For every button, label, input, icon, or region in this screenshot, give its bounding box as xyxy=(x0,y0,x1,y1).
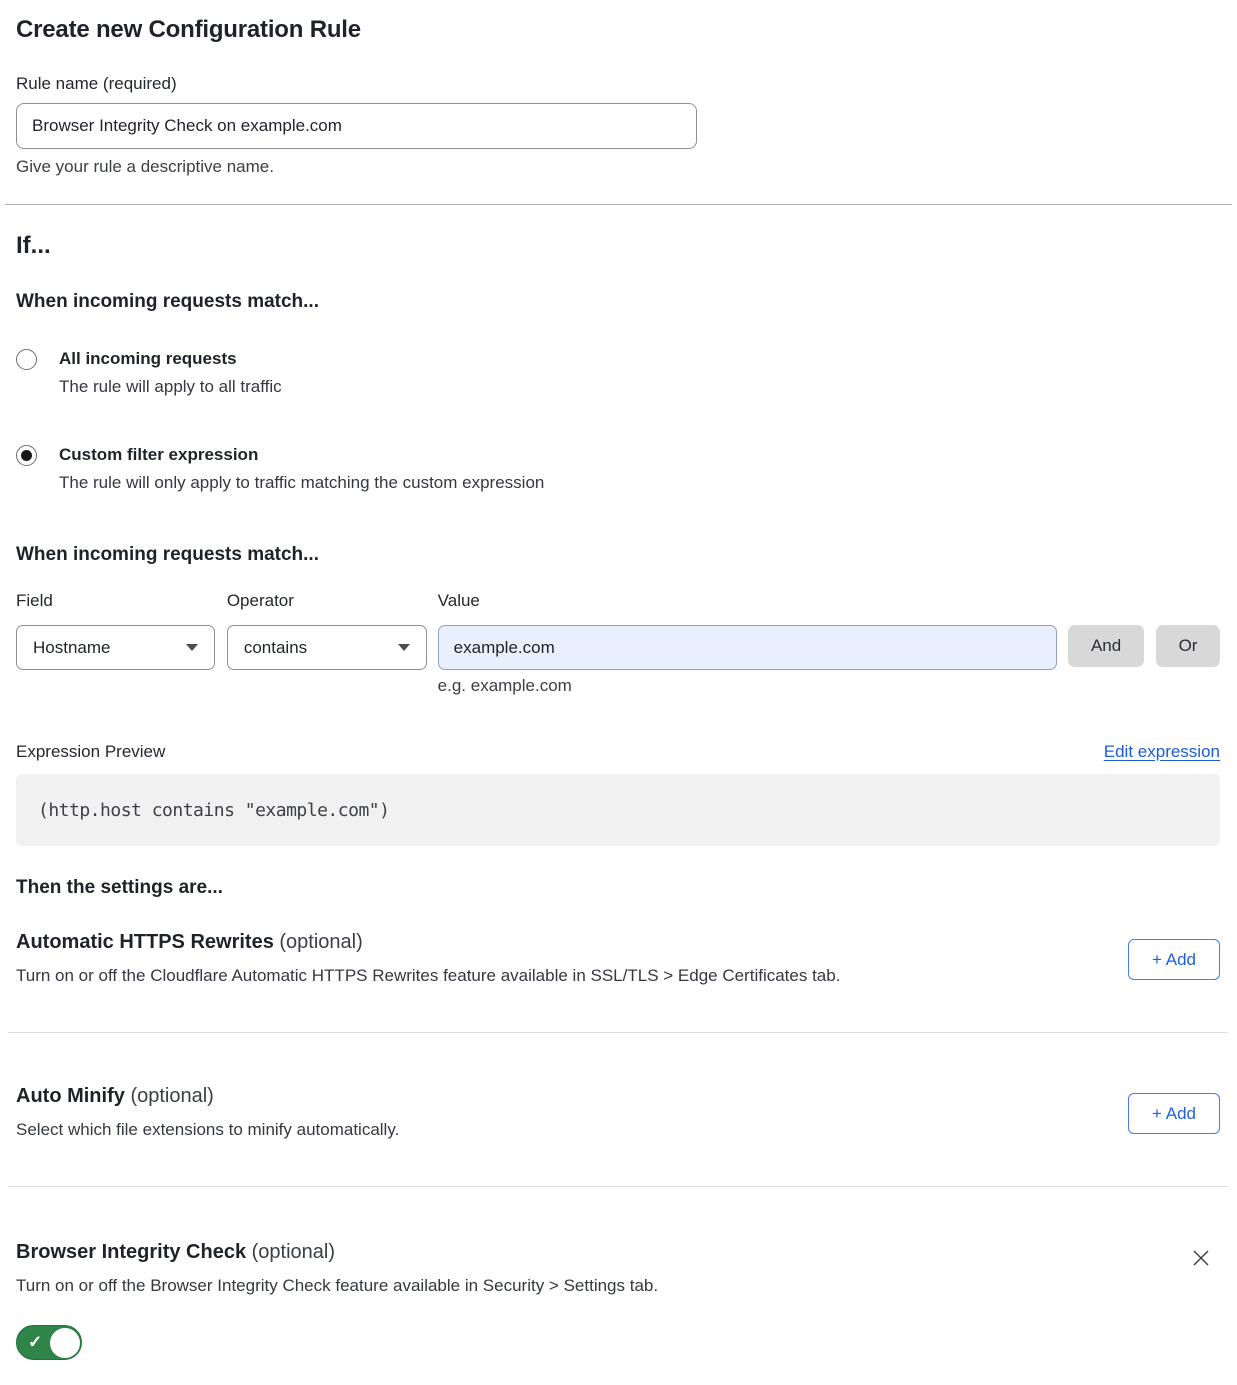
value-column: Value e.g. example.com xyxy=(438,591,1057,696)
page-title: Create new Configuration Rule xyxy=(16,16,1220,44)
setting-browser-integrity-check: Browser Integrity Check (optional) Turn … xyxy=(16,1241,1220,1365)
setting-auto-minify: Auto Minify (optional) Select which file… xyxy=(16,1085,1220,1140)
expression-preview-label: Expression Preview xyxy=(16,742,165,762)
value-label: Value xyxy=(438,591,1057,610)
setting-title: Browser Integrity Check (optional) xyxy=(16,1241,658,1264)
setting-title: Automatic HTTPS Rewrites (optional) xyxy=(16,931,840,954)
rule-name-label: Rule name (required) xyxy=(16,74,1220,94)
when-match-heading-2: When incoming requests match... xyxy=(16,544,1220,566)
setting-name: Auto Minify xyxy=(16,1085,125,1107)
radio-option-text: Custom filter expression The rule will o… xyxy=(59,445,544,493)
field-label: Field xyxy=(16,591,215,610)
setting-main: Browser Integrity Check (optional) Turn … xyxy=(16,1241,658,1365)
when-match-heading: When incoming requests match... xyxy=(16,291,1220,313)
rule-name-input[interactable] xyxy=(16,103,697,149)
divider xyxy=(5,204,1232,205)
remove-browser-integrity-check-button[interactable] xyxy=(1188,1245,1214,1271)
setting-optional-tag: (optional) xyxy=(279,931,362,953)
operator-select[interactable]: contains xyxy=(227,625,427,670)
radio-option-custom-filter-expression[interactable]: Custom filter expression The rule will o… xyxy=(16,445,1220,493)
browser-integrity-check-toggle[interactable]: ✓ xyxy=(16,1325,82,1360)
rule-name-group: Rule name (required) Give your rule a de… xyxy=(16,74,1220,177)
edit-expression-link[interactable]: Edit expression xyxy=(1104,742,1220,762)
setting-main: Auto Minify (optional) Select which file… xyxy=(16,1085,399,1140)
add-auto-minify-button[interactable]: + Add xyxy=(1128,1093,1220,1134)
operator-select-value: contains xyxy=(244,638,307,658)
field-select[interactable]: Hostname xyxy=(16,625,215,670)
setting-automatic-https-rewrites: Automatic HTTPS Rewrites (optional) Turn… xyxy=(16,931,1220,986)
setting-optional-tag: (optional) xyxy=(130,1085,213,1107)
value-help: e.g. example.com xyxy=(438,676,1057,696)
toggle-knob xyxy=(50,1328,80,1358)
radio-option-all-incoming-requests[interactable]: All incoming requests The rule will appl… xyxy=(16,349,1220,397)
divider xyxy=(8,1186,1228,1187)
rule-name-help: Give your rule a descriptive name. xyxy=(16,157,1220,177)
close-icon xyxy=(1190,1247,1212,1269)
check-icon: ✓ xyxy=(28,1332,42,1352)
setting-optional-tag: (optional) xyxy=(252,1241,335,1263)
setting-name: Automatic HTTPS Rewrites xyxy=(16,931,274,953)
setting-name: Browser Integrity Check xyxy=(16,1241,246,1263)
radio-option-description: The rule will only apply to traffic matc… xyxy=(59,473,544,493)
expression-preview-code-block: (http.host contains "example.com") xyxy=(16,774,1220,846)
expression-code-text: (http.host contains "example.com") xyxy=(38,800,389,821)
field-select-value: Hostname xyxy=(33,638,110,658)
setting-description: Turn on or off the Cloudflare Automatic … xyxy=(16,966,840,986)
setting-description: Select which file extensions to minify a… xyxy=(16,1120,399,1140)
radio-all-incoming-requests[interactable] xyxy=(16,349,37,370)
if-heading: If... xyxy=(16,232,1220,260)
expression-preview-header: Expression Preview Edit expression xyxy=(16,742,1220,762)
create-configuration-rule-page: Create new Configuration Rule Rule name … xyxy=(0,0,1237,1385)
add-automatic-https-rewrites-button[interactable]: + Add xyxy=(1128,939,1220,980)
radio-option-text: All incoming requests The rule will appl… xyxy=(59,349,282,397)
setting-description: Turn on or off the Browser Integrity Che… xyxy=(16,1276,658,1296)
or-button[interactable]: Or xyxy=(1156,625,1220,667)
chevron-down-icon xyxy=(186,644,198,651)
radio-custom-filter-expression[interactable] xyxy=(16,445,37,466)
then-settings-heading: Then the settings are... xyxy=(16,877,1220,899)
field-column: Field Hostname xyxy=(16,591,215,670)
setting-title: Auto Minify (optional) xyxy=(16,1085,399,1108)
operator-label: Operator xyxy=(227,591,427,610)
radio-selected-dot xyxy=(21,450,32,461)
value-input[interactable] xyxy=(438,625,1057,670)
setting-main: Automatic HTTPS Rewrites (optional) Turn… xyxy=(16,931,840,986)
radio-option-label: All incoming requests xyxy=(59,349,282,369)
radio-option-label: Custom filter expression xyxy=(59,445,544,465)
and-button[interactable]: And xyxy=(1068,625,1144,667)
chevron-down-icon xyxy=(398,644,410,651)
expression-builder: Field Hostname Operator contains Value e… xyxy=(16,591,1220,696)
radio-option-description: The rule will apply to all traffic xyxy=(59,377,282,397)
divider xyxy=(8,1032,1228,1033)
operator-column: Operator contains xyxy=(227,591,427,670)
